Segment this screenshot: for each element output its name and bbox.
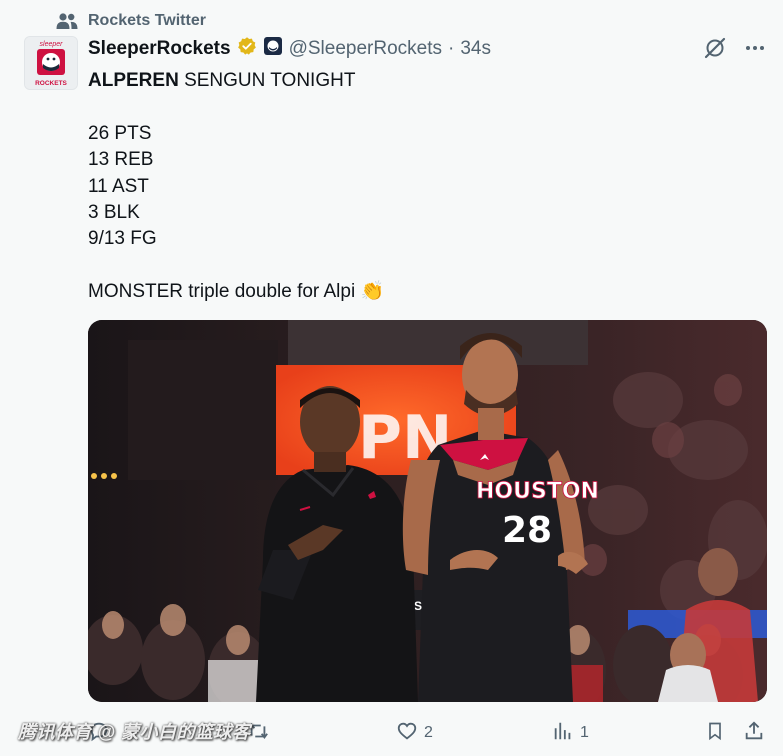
stat-line: 3 BLK [88, 202, 140, 224]
stat-line: 26 PTS [88, 122, 152, 144]
watermark: 腾讯体育 @ 蒙小白的篮球客 [18, 722, 251, 742]
avatar[interactable]: sleeper ROCKETS [24, 36, 78, 90]
views-icon [552, 720, 574, 747]
handle[interactable]: @SleeperRockets [289, 38, 442, 60]
verified-badge-icon[interactable] [237, 36, 257, 62]
avatar-text-top: sleeper [40, 41, 64, 48]
views-button[interactable]: 1 [552, 718, 589, 748]
like-count: 2 [424, 724, 433, 741]
tweet-text-first-word[interactable]: ALPEREN [88, 70, 179, 91]
timestamp[interactable]: 34s [460, 38, 491, 60]
bookmark-icon [705, 720, 725, 747]
share-button[interactable] [743, 718, 765, 748]
jersey-text: HOUSTON [476, 479, 599, 504]
clapping-emoji: 👏 [360, 281, 385, 303]
more-icon[interactable] [743, 36, 767, 65]
jersey-number: 28 [502, 510, 552, 551]
view-count: 1 [580, 724, 589, 741]
tweet[interactable]: Rockets Twitter sleeper ROCKETS SleeperR… [0, 0, 783, 756]
like-button[interactable]: 2 [396, 718, 433, 748]
display-name[interactable]: SleeperRockets [88, 38, 231, 60]
people-icon [56, 12, 78, 30]
avatar-text-bottom: ROCKETS [35, 80, 67, 87]
tweet-text-line1-rest: SENGUN TONIGHT [178, 70, 356, 91]
tweet-photo[interactable]: PN HOUSTON 28 [88, 320, 767, 702]
stat-line: 13 REB [88, 149, 154, 171]
stat-line: 11 AST [88, 175, 149, 197]
grok-icon[interactable] [703, 36, 727, 65]
share-icon [743, 720, 765, 747]
tweet-header: SleeperRockets @SleeperRockets · 34s [88, 36, 491, 62]
social-context[interactable]: Rockets Twitter [56, 10, 206, 32]
affiliate-badge-icon[interactable] [263, 36, 283, 62]
separator-dot: · [448, 38, 455, 59]
tweet-text: ALPEREN SENGUN TONIGHT 26 PTS 13 REB 11 … [88, 68, 758, 306]
heart-icon [396, 720, 418, 747]
top-actions [703, 36, 767, 65]
social-context-label[interactable]: Rockets Twitter [88, 12, 206, 30]
bookmark-button[interactable] [705, 718, 725, 748]
tweet-text-closing: MONSTER triple double for Alpi [88, 281, 356, 303]
stat-line: 9/13 FG [88, 228, 157, 250]
